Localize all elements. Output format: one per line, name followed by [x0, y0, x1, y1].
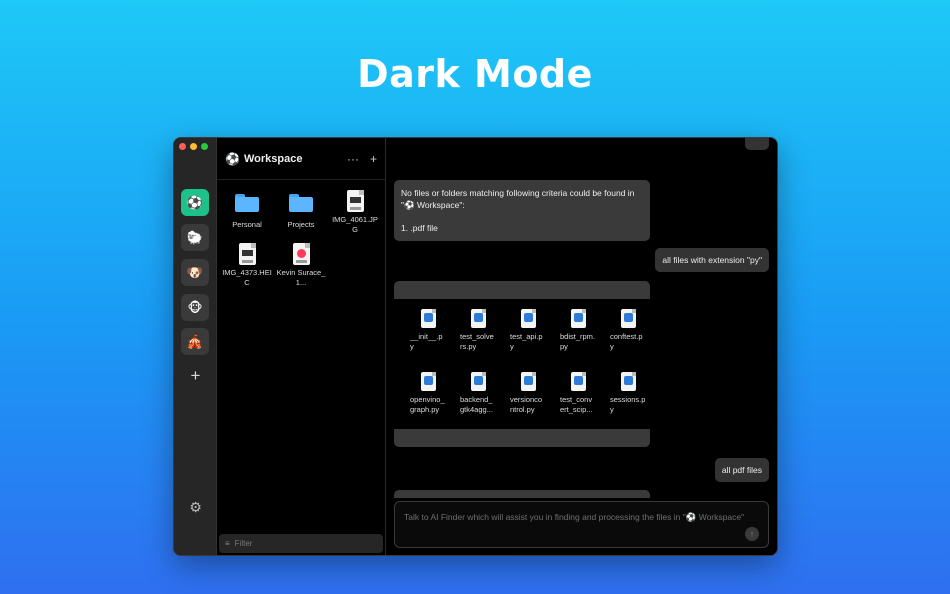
image-file-icon	[346, 190, 364, 212]
arrow-up-icon: ↑	[749, 529, 755, 539]
music-file-icon	[292, 243, 310, 265]
file-label: versioncontrol.py	[510, 395, 543, 414]
folder-icon	[235, 194, 259, 212]
result-file-item[interactable]: test_solvers.py	[453, 309, 503, 366]
result-file-item[interactable]: conftest.py	[603, 309, 650, 366]
file-label: Projects	[287, 220, 315, 229]
settings-button[interactable]: ⚙	[174, 499, 217, 516]
soccer-icon: ⚽	[186, 194, 204, 210]
chat-input-placeholder: Talk to AI Finder which will assist you …	[404, 512, 745, 522]
python-file-icon	[620, 309, 636, 328]
python-file-icon	[570, 372, 586, 391]
file-browser-header: ⚽ Workspace ··· +	[217, 138, 385, 180]
user-message-previous	[745, 138, 769, 150]
python-file-icon	[470, 309, 486, 328]
ai-message-partial	[394, 490, 650, 498]
result-file-item[interactable]: test_api.py	[503, 309, 553, 366]
soccer-icon: ⚽	[225, 151, 240, 166]
ai-message: No files or folders matching following c…	[394, 180, 650, 241]
file-label: openvino_graph.py	[410, 395, 445, 414]
file-label: sessions.py	[610, 395, 646, 414]
image-file-icon	[238, 243, 256, 265]
file-results-grid: __init__.py test_solvers.py test_api.py …	[394, 299, 650, 429]
filter-placeholder: Filter	[234, 539, 253, 548]
file-item-img-4061[interactable]: IMG_4061.JPG	[328, 190, 382, 235]
result-file-item[interactable]: test_convert_scip...	[553, 372, 603, 429]
dog-icon: 🐶	[186, 264, 204, 280]
plus-icon: +	[190, 366, 201, 385]
workspace-dog-button[interactable]: 🐶	[181, 259, 209, 286]
workspace-sheep-button[interactable]: 🐑	[181, 224, 209, 251]
workspace-soccer-button[interactable]: ⚽	[181, 189, 209, 216]
file-item-kevin-surace[interactable]: Kevin Surace_ 1...	[274, 243, 328, 288]
zoom-window-button[interactable]	[201, 143, 208, 150]
file-label: conftest.py	[610, 332, 643, 351]
python-file-icon	[620, 372, 636, 391]
python-file-icon	[520, 372, 536, 391]
headline: Dark Mode	[357, 52, 593, 96]
python-file-icon	[470, 372, 486, 391]
file-label: backend_gtk4agg...	[460, 395, 493, 414]
workspace-rail: ⚽ 🐑 🐶 🐵 🎪 + ⚙	[174, 138, 217, 555]
file-grid: Personal Projects IMG_4061.JPG IMG_4373.…	[217, 180, 385, 288]
user-message: all files with extension "py"	[655, 248, 769, 272]
result-file-item[interactable]: openvino_graph.py	[403, 372, 453, 429]
workspace-tent-button[interactable]: 🎪	[181, 328, 209, 355]
result-file-item[interactable]: bdist_rpm.py	[553, 309, 603, 366]
file-label: test_convert_scip...	[560, 395, 593, 414]
add-file-button[interactable]: +	[370, 152, 377, 166]
result-file-item[interactable]: versioncontrol.py	[503, 372, 553, 429]
python-file-icon	[520, 309, 536, 328]
file-browser: ⚽ Workspace ··· + Personal Projects IMG_…	[217, 138, 386, 555]
result-file-item[interactable]: __init__.py	[403, 309, 453, 366]
file-label: Kevin Surace_ 1...	[276, 268, 326, 287]
filter-input[interactable]: ≡ Filter	[219, 534, 383, 553]
chat-panel: No files or folders matching following c…	[386, 138, 777, 555]
file-label: __init__.py	[410, 332, 443, 351]
app-window: ⚽ 🐑 🐶 🐵 🎪 + ⚙ ⚽ Workspace ··· + Personal…	[173, 137, 778, 556]
tent-icon: 🎪	[186, 333, 204, 349]
python-file-icon	[420, 372, 436, 391]
send-button[interactable]: ↑	[745, 527, 759, 541]
python-file-icon	[570, 309, 586, 328]
folder-icon	[289, 194, 313, 212]
window-controls	[179, 143, 208, 150]
file-label: test_api.py	[510, 332, 543, 351]
workspace-title: Workspace	[243, 152, 303, 165]
file-label: Personal	[232, 220, 262, 229]
file-label: IMG_4061.JPG	[332, 215, 378, 234]
ai-message-line: No files or folders matching following c…	[401, 188, 635, 198]
sheep-icon: 🐑	[186, 229, 204, 245]
result-file-item[interactable]: backend_gtk4agg...	[453, 372, 503, 429]
result-file-item[interactable]: sessions.py	[603, 372, 650, 429]
workspace-monkey-button[interactable]: 🐵	[181, 294, 209, 321]
file-label: test_solvers.py	[460, 332, 494, 351]
user-message: all pdf files	[714, 458, 769, 482]
file-results-card: __init__.py test_solvers.py test_api.py …	[394, 281, 650, 447]
gear-icon: ⚙	[189, 499, 202, 515]
close-window-button[interactable]	[179, 143, 186, 150]
monkey-icon: 🐵	[187, 299, 203, 315]
file-label: IMG_4373.HEIC	[222, 268, 272, 287]
python-file-icon	[420, 309, 436, 328]
chat-input[interactable]: Talk to AI Finder which will assist you …	[394, 501, 769, 548]
add-workspace-button[interactable]: +	[174, 366, 217, 386]
file-item-projects[interactable]: Projects	[274, 190, 328, 235]
file-label: bdist_rpm.py	[560, 332, 596, 351]
ai-message-line: 1. .pdf file	[401, 223, 438, 233]
more-options-button[interactable]: ···	[347, 152, 359, 166]
filter-icon: ≡	[225, 539, 230, 548]
ai-message-line: "⚽ Workspace":	[401, 200, 465, 210]
file-item-personal[interactable]: Personal	[220, 190, 274, 235]
minimize-window-button[interactable]	[190, 143, 197, 150]
file-item-img-4373[interactable]: IMG_4373.HEIC	[220, 243, 274, 288]
